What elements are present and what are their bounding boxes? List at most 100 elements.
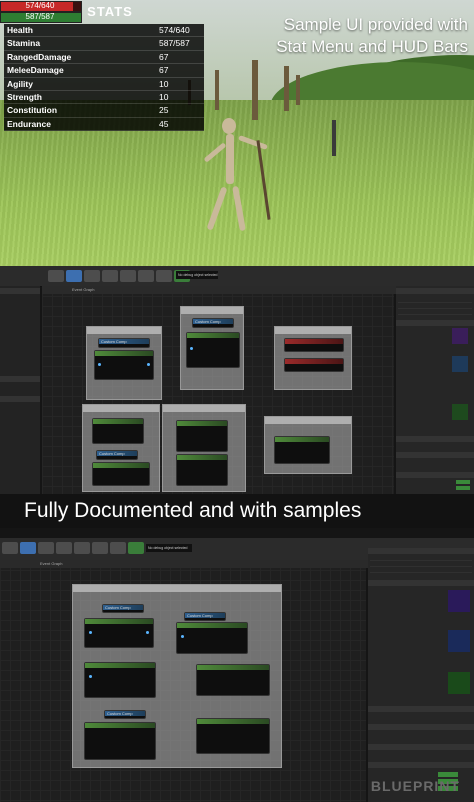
color-swatch[interactable] bbox=[452, 404, 468, 420]
property-row[interactable] bbox=[398, 310, 472, 315]
add-event-button[interactable] bbox=[456, 480, 470, 484]
property-row[interactable] bbox=[398, 298, 472, 303]
stat-value: 10 bbox=[159, 91, 169, 102]
color-swatch[interactable] bbox=[448, 672, 470, 694]
node-label: Custom Comp bbox=[105, 605, 131, 610]
browse-button[interactable] bbox=[84, 270, 100, 282]
compile-button[interactable] bbox=[2, 542, 18, 554]
tree-trunk bbox=[215, 70, 219, 110]
blueprint-editor-top: No debug object selected Event Graph Cus… bbox=[0, 266, 474, 494]
component-node[interactable]: Custom Comp bbox=[102, 604, 144, 613]
output-pin[interactable] bbox=[146, 631, 149, 634]
function-node[interactable] bbox=[94, 350, 154, 380]
play-button[interactable] bbox=[128, 542, 144, 554]
property-row[interactable] bbox=[370, 556, 472, 561]
function-node[interactable] bbox=[84, 662, 156, 698]
graph-breadcrumb: Event Graph bbox=[0, 560, 406, 568]
stat-name: Agility bbox=[7, 78, 33, 89]
event-graph-canvas[interactable]: Event Graph Custom Comp Custom Comp Cust… bbox=[0, 560, 406, 802]
event-node[interactable] bbox=[284, 358, 344, 372]
input-pin[interactable] bbox=[181, 635, 184, 638]
replication-header bbox=[368, 724, 474, 730]
property-row[interactable] bbox=[370, 562, 472, 567]
compile-button[interactable] bbox=[48, 270, 64, 282]
component-node[interactable]: Custom Comp bbox=[98, 338, 150, 348]
stats-table: Health 574/640 Stamina 587/587 RangedDamage 6… bbox=[4, 24, 204, 132]
comment-title bbox=[73, 585, 281, 592]
function-node[interactable] bbox=[196, 718, 270, 754]
add-event-button[interactable] bbox=[456, 486, 470, 490]
stat-value: 67 bbox=[159, 65, 169, 76]
node-label: Custom Comp bbox=[101, 339, 127, 344]
function-node[interactable] bbox=[176, 622, 248, 654]
event-graph-canvas[interactable]: Event Graph Custom Comp Custom Comp Cust… bbox=[42, 286, 424, 494]
stat-name: Stamina bbox=[7, 38, 41, 49]
class-settings-button[interactable] bbox=[120, 270, 136, 282]
stat-value: 574/640 bbox=[159, 25, 190, 35]
stat-row: Strength 10 bbox=[4, 91, 204, 105]
stat-name: Strength bbox=[7, 91, 42, 102]
functions-header bbox=[0, 396, 40, 402]
stat-value: 45 bbox=[159, 118, 169, 129]
function-node[interactable] bbox=[176, 454, 228, 486]
tree-trunk bbox=[296, 75, 300, 105]
details-panel bbox=[368, 548, 474, 802]
find-button[interactable] bbox=[102, 270, 118, 282]
simulation-button[interactable] bbox=[156, 270, 172, 282]
debug-filter-select[interactable]: No debug object selected bbox=[176, 271, 218, 279]
top-caption-line1: Sample UI provided with bbox=[283, 15, 468, 34]
tags-header bbox=[368, 706, 474, 712]
debug-filter-select[interactable]: No debug object selected bbox=[146, 544, 192, 552]
editor-toolbar: No debug object selected bbox=[0, 266, 474, 287]
function-node[interactable] bbox=[84, 618, 154, 648]
event-node[interactable] bbox=[284, 338, 344, 352]
comment-title bbox=[83, 405, 159, 412]
save-button[interactable] bbox=[66, 270, 82, 282]
color-swatch[interactable] bbox=[448, 590, 470, 612]
color-swatch[interactable] bbox=[452, 328, 468, 344]
function-node[interactable] bbox=[176, 420, 228, 452]
variables-header bbox=[0, 376, 40, 382]
function-node[interactable] bbox=[84, 722, 156, 760]
simulation-button[interactable] bbox=[110, 542, 126, 554]
stat-value: 67 bbox=[159, 51, 169, 62]
skeleton-torso bbox=[226, 134, 234, 184]
component-node[interactable]: Custom Comp bbox=[192, 318, 234, 328]
component-node[interactable]: Custom Comp bbox=[96, 450, 138, 460]
input-pin[interactable] bbox=[190, 347, 193, 350]
component-node[interactable]: Custom Comp bbox=[104, 710, 146, 719]
color-swatch[interactable] bbox=[448, 630, 470, 652]
browse-button[interactable] bbox=[38, 542, 54, 554]
save-button[interactable] bbox=[20, 542, 36, 554]
function-node[interactable] bbox=[186, 332, 240, 368]
input-pin[interactable] bbox=[89, 631, 92, 634]
stat-value: 10 bbox=[159, 78, 169, 89]
component-node[interactable]: Custom Comp bbox=[184, 612, 226, 621]
tree-trunk bbox=[252, 60, 258, 120]
class-settings-button[interactable] bbox=[74, 542, 90, 554]
stat-name: MeleeDamage bbox=[7, 65, 64, 76]
stat-name: RangedDamage bbox=[7, 51, 72, 62]
function-node[interactable] bbox=[92, 462, 150, 486]
function-node[interactable] bbox=[92, 418, 144, 444]
property-row[interactable] bbox=[398, 304, 472, 309]
function-node[interactable] bbox=[274, 436, 330, 464]
class-defaults-button[interactable] bbox=[138, 270, 154, 282]
find-button[interactable] bbox=[56, 542, 72, 554]
stats-title: STATS bbox=[87, 4, 133, 19]
output-pin[interactable] bbox=[147, 363, 150, 366]
stat-row: Endurance 45 bbox=[4, 118, 204, 132]
activation-header bbox=[368, 744, 474, 750]
class-defaults-button[interactable] bbox=[92, 542, 108, 554]
distant-figure bbox=[332, 120, 336, 156]
replication-header bbox=[396, 452, 474, 458]
input-pin[interactable] bbox=[89, 675, 92, 678]
node-label: Custom Comp bbox=[195, 319, 221, 324]
color-swatch[interactable] bbox=[452, 356, 468, 372]
health-bar-text: 574/640 bbox=[25, 1, 55, 10]
input-pin[interactable] bbox=[98, 363, 101, 366]
top-caption: Sample UI provided with Stat Menu and HU… bbox=[218, 14, 468, 58]
function-node[interactable] bbox=[196, 664, 270, 696]
property-row[interactable] bbox=[370, 568, 472, 573]
add-event-button[interactable] bbox=[438, 772, 458, 777]
